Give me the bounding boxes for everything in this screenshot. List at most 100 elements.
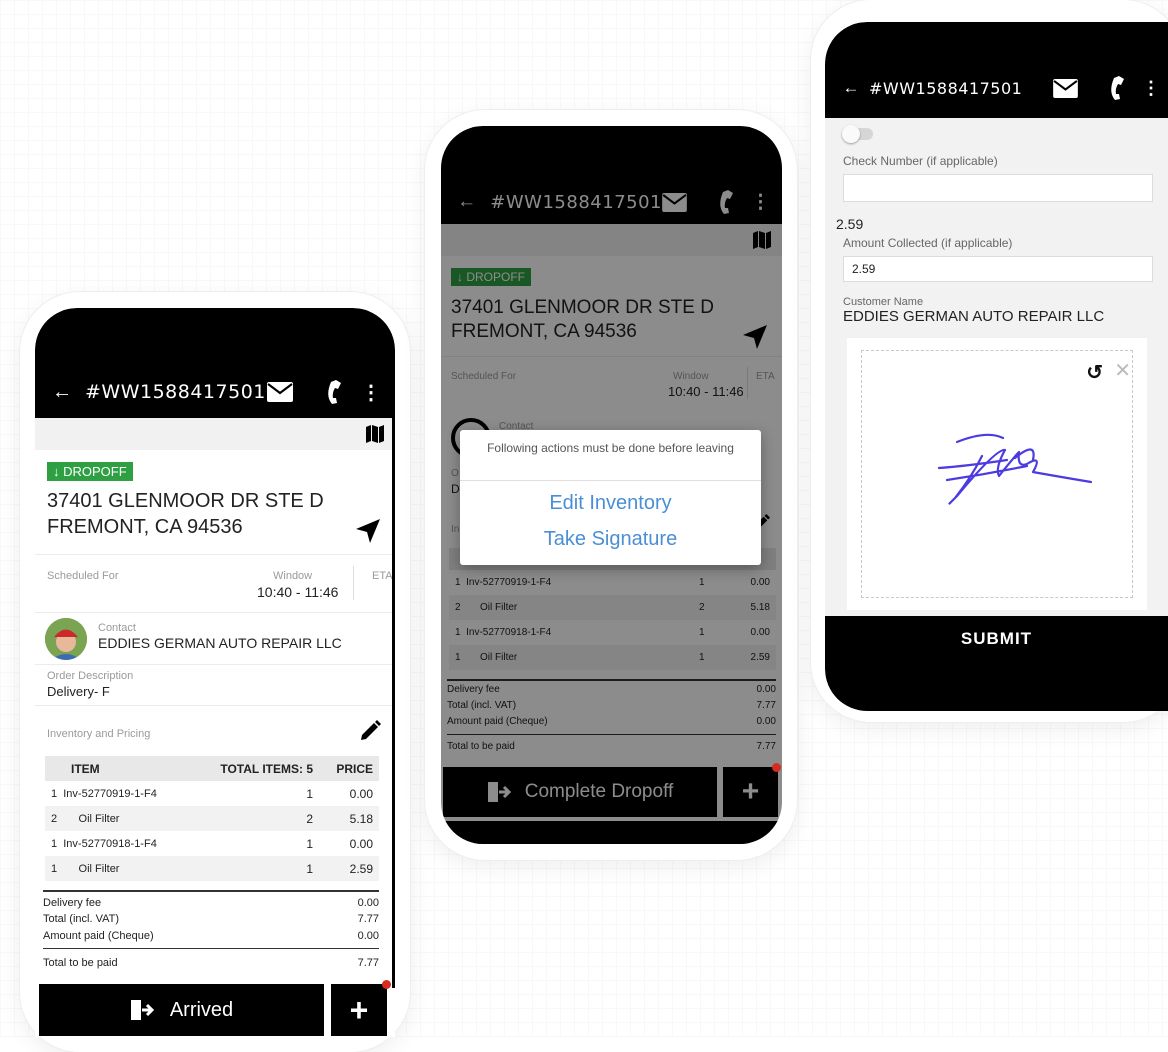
item-name: Inv-52770919-1-F4 xyxy=(63,787,157,800)
arrow-left-icon[interactable]: ← xyxy=(51,381,73,404)
envelope-icon[interactable] xyxy=(1053,78,1078,98)
notification-dot xyxy=(382,980,391,989)
window-label: Window xyxy=(273,570,313,582)
window-value: 10:40 - 11:46 xyxy=(257,584,339,600)
address-line-2: FREMONT, CA 94536 xyxy=(47,516,243,538)
item-cell: 1 Inv-52770918-1-F4 xyxy=(45,831,190,856)
arrived-label: Arrived xyxy=(169,998,234,1021)
phone-screen-left: ← #WW1588417501 ⋮ ↓ DROPOFF 37401 GLENMO… xyxy=(35,308,395,1037)
notification-dot xyxy=(772,763,781,772)
amount-paid-value: 0.00 xyxy=(357,930,379,942)
navigation-arrow-icon[interactable] xyxy=(355,518,381,544)
avatar xyxy=(45,618,87,660)
eta-divider xyxy=(353,566,354,600)
table-row[interactable]: 2 Oil Filter 2 5.18 xyxy=(45,806,379,831)
address: 37401 GLENMOOR DR STE D FREMONT, CA 9453… xyxy=(47,488,324,540)
app-bar: ← #WW1588417501 ⋮ xyxy=(825,22,1168,118)
check-number-input[interactable] xyxy=(843,174,1153,202)
submit-button[interactable]: SUBMIT xyxy=(825,616,1168,662)
price-cell: 2.59 xyxy=(319,856,379,881)
add-button[interactable]: + xyxy=(331,984,387,1036)
total-vat-value: 7.77 xyxy=(357,913,379,925)
more-vertical-icon[interactable]: ⋮ xyxy=(1142,78,1160,99)
contact-name: EDDIES GERMAN AUTO REPAIR LLC xyxy=(98,635,342,651)
row-number: 2 xyxy=(51,812,58,825)
row-number: 1 xyxy=(51,862,58,875)
divider xyxy=(35,554,395,555)
toggle-knob xyxy=(842,125,860,143)
inventory-label: Inventory and Pricing xyxy=(47,728,151,740)
price-cell: 0.00 xyxy=(349,786,373,801)
right-edge-bar xyxy=(392,418,395,988)
take-signature-action[interactable]: Take Signature xyxy=(460,528,761,551)
amount-paid-label: Amount paid (Cheque) xyxy=(43,930,154,942)
plus-label: + xyxy=(349,991,369,1028)
qty-cell: 1 xyxy=(306,786,314,801)
to-be-paid-label: Total to be paid xyxy=(43,957,118,969)
total-vat-label: Total (incl. VAT) xyxy=(43,913,119,925)
payment-form: Check Number (if applicable) 2.59 Amount… xyxy=(825,118,1168,616)
totals-divider xyxy=(43,948,379,949)
order-id-title: #WW1588417501 xyxy=(85,381,266,403)
submit-label: SUBMIT xyxy=(960,629,1033,648)
total-vat-row: Total (incl. VAT) 7.77 xyxy=(43,913,379,925)
qty-cell: 2 xyxy=(190,806,320,831)
scheduled-label: Scheduled For xyxy=(47,570,119,582)
item-cell: 1 Inv-52770919-1-F4 xyxy=(45,781,190,806)
divider xyxy=(35,664,395,665)
order-description-label: Order Description xyxy=(47,670,134,682)
item-cell: 1 Oil Filter xyxy=(45,856,191,881)
table-row[interactable]: 1 Oil Filter 1 2.59 xyxy=(45,856,379,881)
envelope-icon[interactable] xyxy=(267,382,293,402)
more-vertical-icon[interactable]: ⋮ xyxy=(361,380,381,405)
table-row[interactable]: 1 Inv-52770919-1-F4 1 0.00 xyxy=(45,781,379,806)
item-cell: 2 Oil Filter xyxy=(45,806,191,831)
amount-collected-input[interactable]: 2.59 xyxy=(843,256,1153,282)
inventory-table-wrap: ITEM TOTAL ITEMS: 5 PRICE 1 Inv-52770919… xyxy=(45,756,379,881)
pencil-icon[interactable] xyxy=(359,720,381,742)
item-name: Oil Filter xyxy=(78,812,120,825)
totals-divider xyxy=(43,890,379,892)
order-id-title: #WW1588417501 xyxy=(869,78,1023,98)
signature-pad[interactable]: ↺ ✕ xyxy=(847,338,1147,610)
arrived-button[interactable]: Arrived xyxy=(39,984,324,1036)
table-header: ITEM TOTAL ITEMS: 5 PRICE xyxy=(45,756,379,781)
column-header-price: PRICE xyxy=(319,756,379,781)
qty-cell: 1 xyxy=(190,856,320,881)
map-bar xyxy=(35,418,395,450)
table-row[interactable]: 1 Inv-52770918-1-F4 1 0.00 xyxy=(45,831,379,856)
customer-name-label: Customer Name xyxy=(843,296,924,308)
customer-name-value: EDDIES GERMAN AUTO REPAIR LLC xyxy=(843,308,1105,325)
amount-heading: 2.59 xyxy=(836,216,864,232)
phone-icon[interactable] xyxy=(1106,75,1126,101)
door-exit-icon xyxy=(130,999,154,1021)
toggle-switch[interactable] xyxy=(842,125,873,143)
dialog-message: Following actions must be done before le… xyxy=(487,441,734,455)
to-be-paid-value: 7.77 xyxy=(357,957,379,969)
qty-cell: 1 xyxy=(306,836,314,851)
inventory-table: ITEM TOTAL ITEMS: 5 PRICE 1 Inv-52770919… xyxy=(45,756,379,881)
map-icon[interactable] xyxy=(365,424,385,444)
row-number: 1 xyxy=(51,787,58,800)
price-cell: 5.18 xyxy=(319,806,379,831)
contact-label: Contact xyxy=(98,622,136,634)
phone-screen-right: ← #WW1588417501 ⋮ Check Number (if appli… xyxy=(825,22,1168,711)
item-name: Oil Filter xyxy=(78,862,120,875)
phone-icon[interactable] xyxy=(323,379,343,405)
delivery-fee-row: Delivery fee 0.00 xyxy=(43,897,379,909)
address-line-1: 37401 GLENMOOR DR STE D xyxy=(47,490,324,512)
signature-drawing xyxy=(937,433,1093,505)
amount-collected-label: Amount Collected (if applicable) xyxy=(843,236,1013,250)
to-be-paid-row: Total to be paid 7.77 xyxy=(43,957,379,969)
arrow-left-icon[interactable]: ← xyxy=(841,78,861,98)
divider xyxy=(35,705,395,706)
eta-label: ETA xyxy=(372,570,393,582)
amount-paid-row: Amount paid (Cheque) 0.00 xyxy=(43,930,379,942)
dialog-divider xyxy=(460,480,761,481)
column-header-item: ITEM xyxy=(45,756,191,781)
edit-inventory-action[interactable]: Edit Inventory xyxy=(460,492,761,515)
item-name: Inv-52770918-1-F4 xyxy=(63,837,157,850)
check-number-label: Check Number (if applicable) xyxy=(843,154,998,168)
delivery-fee-value: 0.00 xyxy=(357,897,379,909)
dropoff-badge: ↓ DROPOFF xyxy=(47,462,133,481)
